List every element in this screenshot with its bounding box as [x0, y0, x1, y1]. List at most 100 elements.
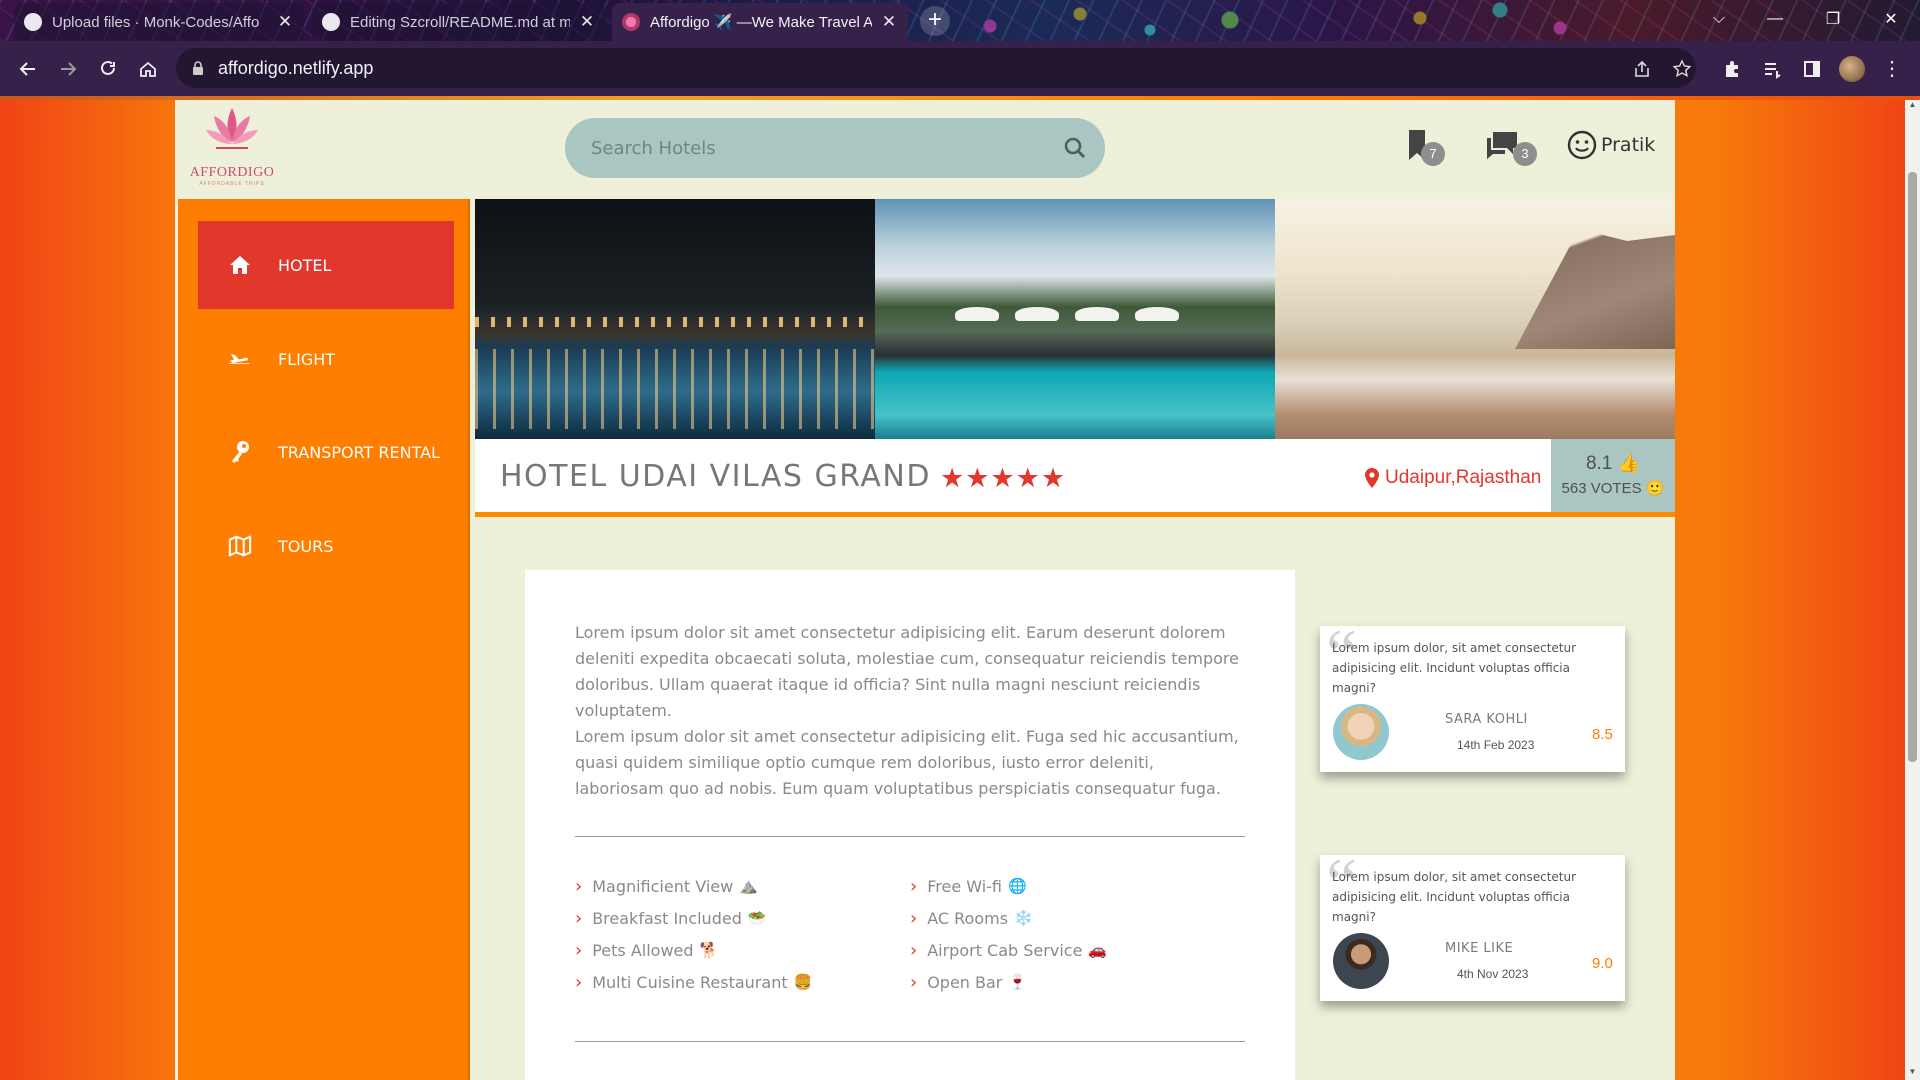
sidebar-item-tours[interactable]: TOURS [198, 502, 454, 590]
minimize-window-icon[interactable]: — [1752, 0, 1798, 38]
messages-button[interactable]: 3 [1485, 130, 1537, 170]
sidebar-item-label: TRANSPORT RENTAL [278, 442, 440, 462]
review-date: 4th Nov 2023 [1457, 967, 1529, 981]
messages-count-badge: 3 [1513, 142, 1537, 166]
sidebar-item-label: FLIGHT [278, 349, 336, 369]
hotel-photo-cliff-terrace[interactable] [1275, 199, 1675, 439]
extensions-puzzle-icon[interactable] [1712, 49, 1752, 89]
location-pin-icon [1365, 468, 1379, 488]
divider [575, 1041, 1245, 1042]
side-panel-icon[interactable] [1792, 49, 1832, 89]
hotel-photo-night-pool[interactable] [475, 199, 875, 439]
amenity-item: › Free Wi-fi 🌐 [910, 875, 1027, 897]
site-header: AFFORDIGO AFFORDABLE TRIPS 7 3 [175, 96, 1675, 199]
review-date: 14th Feb 2023 [1457, 738, 1535, 752]
browser-tab-upload-files[interactable]: Upload files · Monk-Codes/Affo ✕ [14, 3, 304, 41]
tab-title: Affordigo ✈️ —We Make Travel A [650, 14, 872, 31]
search-icon[interactable] [1063, 136, 1087, 160]
forward-arrow-icon[interactable] [48, 49, 88, 89]
tab-title: Editing Szcroll/README.md at m [350, 13, 570, 31]
salad-emoji-icon: 🥗 [747, 909, 767, 927]
airplane-icon [228, 347, 252, 371]
divider [575, 836, 1245, 837]
search-hotels-input[interactable] [591, 137, 1051, 159]
url-text: affordigo.netlify.app [218, 57, 374, 78]
media-queue-icon[interactable] [1752, 49, 1792, 89]
new-tab-button[interactable]: + [920, 6, 950, 36]
restore-window-icon[interactable]: ❐ [1810, 0, 1856, 38]
hotel-photo-day-pool[interactable] [875, 199, 1275, 439]
hotel-location[interactable]: Udaipur,Rajasthan [1365, 467, 1541, 489]
sidebar-item-flight[interactable]: FLIGHT [198, 315, 454, 403]
affordigo-favicon-icon [622, 13, 640, 31]
sidebar-item-label: TOURS [278, 536, 334, 556]
browser-tab-editing-readme[interactable]: Editing Szcroll/README.md at m ✕ [312, 3, 606, 41]
address-bar[interactable]: affordigo.netlify.app [176, 48, 1696, 88]
amenity-item: › Breakfast Included 🥗 [575, 907, 767, 929]
chevron-right-icon: › [910, 939, 918, 961]
star-rating: ★★★★★ [940, 463, 1067, 493]
share-icon[interactable] [1622, 49, 1662, 89]
toolbar-accent-line [0, 96, 1920, 100]
tab-title: Upload files · Monk-Codes/Affo [52, 13, 260, 31]
bookmarks-count-badge: 7 [1421, 142, 1445, 166]
description-paragraph: Lorem ipsum dolor sit amet consectetur a… [575, 727, 1239, 798]
reviewer-name: SARA KOHLI [1445, 712, 1528, 727]
rating-score-row: 8.1 👍 [1551, 453, 1675, 475]
scroll-down-arrow-icon[interactable]: ▼ [1908, 1067, 1917, 1076]
scroll-up-arrow-icon[interactable]: ▲ [1908, 100, 1917, 109]
amenity-item: › Pets Allowed 🐕 [575, 939, 718, 961]
back-arrow-icon[interactable] [8, 49, 48, 89]
logo-tagline: AFFORDABLE TRIPS [199, 181, 265, 187]
reviewer-avatar [1333, 933, 1389, 989]
sidebar-item-label: HOTEL [278, 255, 332, 275]
chevron-right-icon: › [910, 971, 918, 993]
smiley-emoji-icon: 🙂 [1645, 480, 1665, 497]
wine-emoji-icon: 🍷 [1008, 973, 1028, 991]
tab-close-icon[interactable]: ✕ [276, 12, 294, 32]
burger-emoji-icon: 🍔 [793, 973, 813, 991]
amenity-label: Multi Cuisine Restaurant [592, 972, 788, 992]
profile-avatar-icon[interactable] [1832, 49, 1872, 89]
tab-close-icon[interactable]: ✕ [880, 12, 898, 32]
page-scrollbar[interactable]: ▲ ▼ [1905, 96, 1920, 1080]
bookmark-star-icon[interactable] [1662, 49, 1702, 89]
hotel-photo-gallery [475, 199, 1675, 439]
close-window-icon[interactable]: ✕ [1868, 0, 1914, 38]
home-icon[interactable] [128, 49, 168, 89]
chevron-right-icon: › [575, 971, 583, 993]
affordigo-logo[interactable]: AFFORDIGO AFFORDABLE TRIPS [189, 102, 275, 194]
reload-icon[interactable] [88, 49, 128, 89]
chevron-right-icon: › [575, 939, 583, 961]
bookmarks-button[interactable]: 7 [1407, 130, 1445, 170]
scrollbar-thumb[interactable] [1908, 172, 1917, 762]
github-favicon-icon [24, 13, 42, 31]
github-favicon-icon [322, 13, 340, 31]
lotus-logo-icon [206, 108, 258, 149]
sidebar-nav: HOTEL FLIGHT TRANSPORT RENTAL TOURS [178, 199, 470, 1080]
browser-menu-icon[interactable]: ⋮ [1872, 49, 1912, 89]
sidebar-item-transport-rental[interactable]: TRANSPORT RENTAL [198, 408, 454, 496]
sidebar-item-hotel[interactable]: HOTEL [198, 221, 454, 309]
description-paragraph: Lorem ipsum dolor sit amet consectetur a… [575, 623, 1239, 720]
hotel-description: Lorem ipsum dolor sit amet consectetur a… [575, 620, 1245, 802]
tab-close-icon[interactable]: ✕ [578, 12, 596, 32]
amenity-label: Free Wi-fi [927, 876, 1003, 896]
mountain-emoji-icon: ⛰️ [739, 877, 758, 895]
page-background: AFFORDIGO AFFORDABLE TRIPS 7 3 [0, 96, 1905, 1080]
user-menu[interactable]: Pratik [1567, 130, 1655, 160]
chevron-right-icon: › [575, 875, 583, 897]
snowflake-emoji-icon: ❄️ [1014, 909, 1033, 927]
chevron-right-icon: › [910, 875, 918, 897]
vote-count: 563 VOTES [1561, 480, 1642, 497]
map-icon [228, 534, 252, 558]
amenity-label: Airport Cab Service [927, 940, 1083, 960]
browser-tab-affordigo[interactable]: Affordigo ✈️ —We Make Travel A ✕ [612, 3, 908, 41]
amenity-item: › Magnificient View ⛰️ [575, 875, 758, 897]
smiley-user-icon [1567, 130, 1597, 160]
review-card: “ Lorem ipsum dolor, sit amet consectetu… [1320, 620, 1625, 772]
tab-search-chevron-icon[interactable]: ⌵ [1696, 0, 1742, 38]
rating-score: 8.1 [1585, 453, 1613, 474]
key-icon [228, 440, 252, 464]
review-text: Lorem ipsum dolor, sit amet consectetur … [1332, 641, 1577, 695]
